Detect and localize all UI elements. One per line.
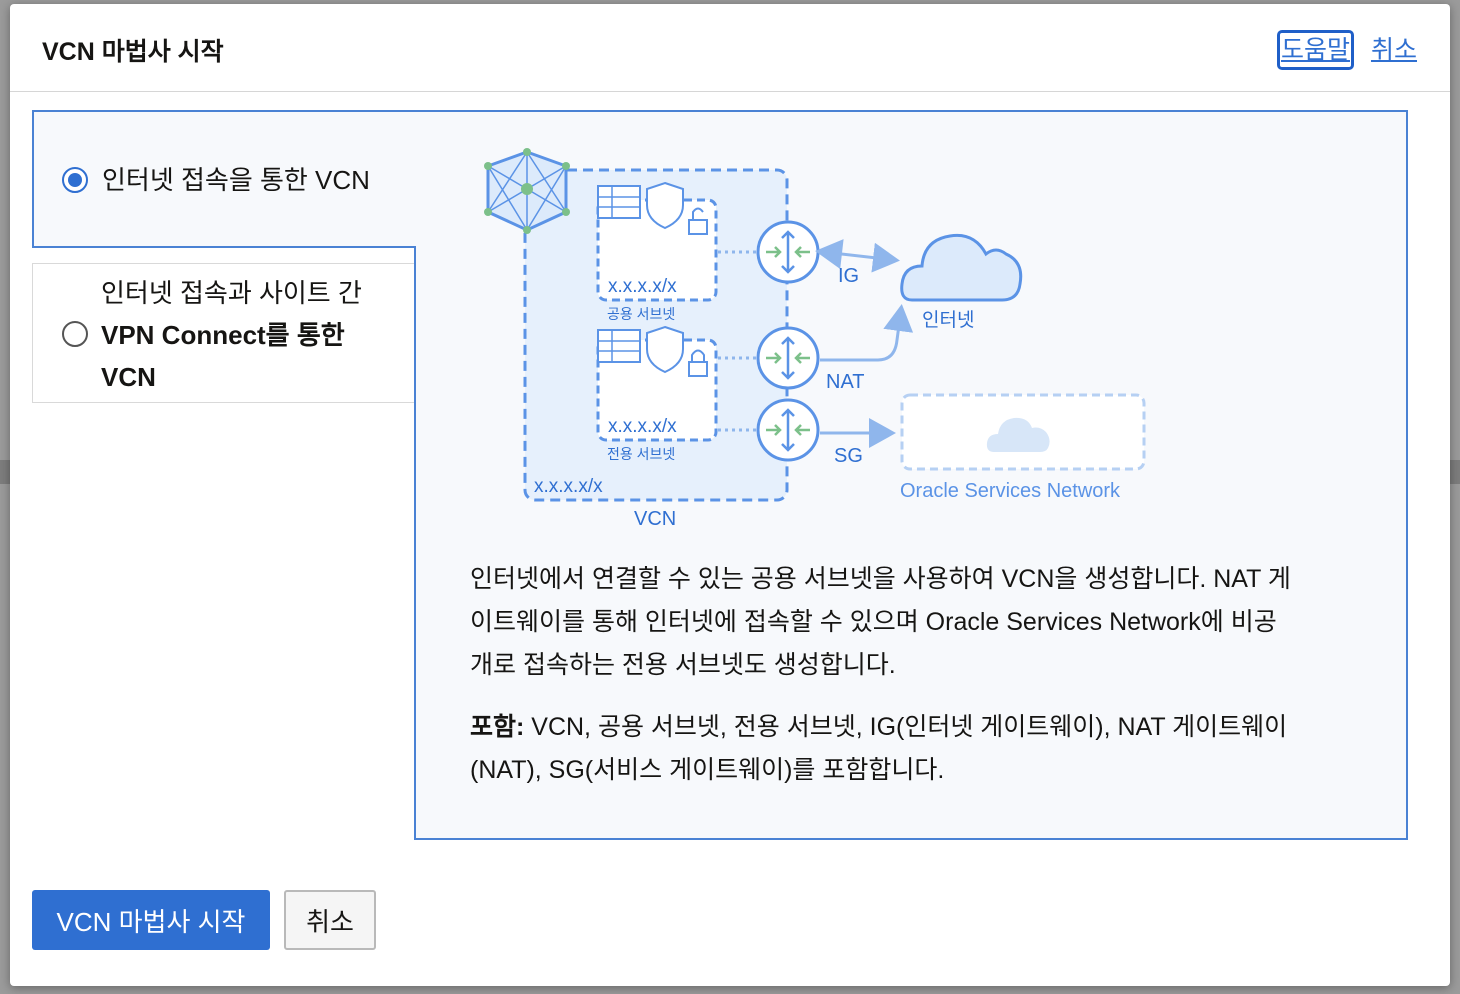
vcn-topology-diagram: x.x.x.x/x 공용 서브넷 x.x.x.x/x 전용 서브넷 x.x.x.… [484,148,1146,530]
included-resources: 포함: VCN, 공용 서브넷, 전용 서브넷, IG(인터넷 게이트웨이), … [470,706,1360,792]
internet-label: 인터넷 [922,309,974,331]
included-text-1: VCN, 공용 서브넷, 전용 서브넷, IG(인터넷 게이트웨이), NAT … [524,713,1288,741]
included-line-2: (NAT), SG(서비스 게이트웨이)를 포함합니다. [470,756,945,784]
nat-label: NAT [826,371,865,393]
cancel-button[interactable]: 취소 [284,890,376,950]
included-label: 포함: [470,713,525,741]
private-subnet-label: 전용 서브넷 [607,446,675,462]
service-gateway-icon [756,398,820,462]
route-table-icon [597,185,641,219]
internet-gateway-icon [756,220,820,284]
ig-label: IG [838,265,859,287]
public-subnet-cidr: x.x.x.x/x [608,276,677,297]
start-vcn-wizard-button[interactable]: VCN 마법사 시작 [32,890,270,950]
included-line-1: 포함: VCN, 공용 서브넷, 전용 서브넷, IG(인터넷 게이트웨이), … [470,706,1360,749]
vcn-label: VCN [634,508,676,530]
internet-cloud-icon [900,233,1023,302]
route-table-icon [597,329,641,363]
vcn-cidr: x.x.x.x/x [534,476,603,497]
sg-label: SG [834,445,863,467]
description-line: 개로 접속하는 전용 서브넷도 생성합니다. [470,651,896,679]
nat-gateway-icon [756,326,820,390]
osn-label: Oracle Services Network [900,480,1121,502]
option-description: 인터넷에서 연결할 수 있는 공용 서브넷을 사용하여 VCN을 생성합니다. … [470,558,1360,687]
description-line: 인터넷에서 연결할 수 있는 공용 서브넷을 사용하여 VCN을 생성합니다. … [470,565,1291,593]
private-subnet-cidr: x.x.x.x/x [608,416,677,437]
description-line: 이트웨이를 통해 인터넷에 접속할 수 있으며 Oracle Services … [470,608,1277,636]
public-subnet-label: 공용 서브넷 [607,306,675,322]
